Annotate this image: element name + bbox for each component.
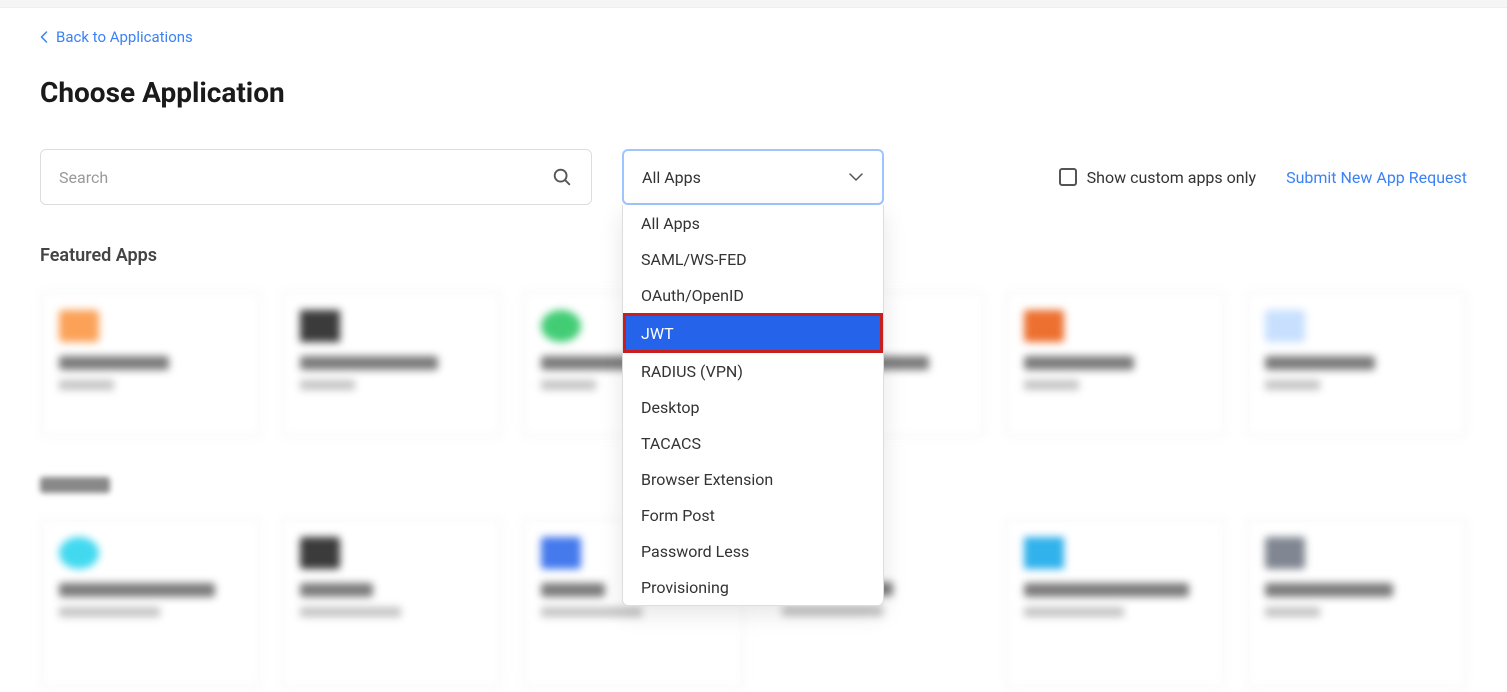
back-to-applications-link[interactable]: Back to Applications [40,28,193,46]
back-link-label: Back to Applications [56,28,193,46]
dropdown-item-jwt[interactable]: JWT [623,313,883,353]
app-name [59,583,215,597]
app-type [1265,380,1320,390]
dropdown-item-provisioning[interactable]: Provisioning [623,569,883,605]
app-icon [541,537,581,569]
app-icon [1024,310,1064,342]
app-icon [59,537,99,569]
app-card[interactable] [281,518,502,688]
app-icon [541,310,581,342]
app-card[interactable] [1005,291,1226,437]
search-box[interactable] [40,149,592,205]
search-icon [551,166,573,188]
app-icon [300,310,340,342]
app-name [300,583,373,597]
dropdown-item-password-less[interactable]: Password Less [623,533,883,569]
show-custom-label: Show custom apps only [1087,168,1256,187]
dropdown-item-oauth[interactable]: OAuth/OpenID [623,277,883,313]
app-card[interactable] [1246,291,1467,437]
dropdown-item-form-post[interactable]: Form Post [623,497,883,533]
app-icon [1024,537,1064,569]
app-name [1265,356,1375,370]
app-icon [59,310,99,342]
app-type [59,607,160,617]
app-name [300,356,437,370]
app-name [59,356,169,370]
dropdown-item-radius[interactable]: RADIUS (VPN) [623,353,883,389]
dropdown-item-desktop[interactable]: Desktop [623,389,883,425]
app-type [782,606,884,616]
filter-dropdown-menu: All Apps SAML/WS-FED OAuth/OpenID JWT RA… [622,205,884,606]
app-type [1024,607,1125,617]
show-custom-apps-checkbox[interactable]: Show custom apps only [1059,168,1256,187]
chevron-left-icon [40,31,48,43]
filter-dropdown: All Apps All Apps SAML/WS-FED OAuth/Open… [622,149,884,205]
app-icon [1265,537,1305,569]
dropdown-item-all-apps[interactable]: All Apps [623,205,883,241]
filter-dropdown-toggle[interactable]: All Apps [622,149,884,205]
app-name [1024,356,1134,370]
app-card[interactable] [281,291,502,437]
app-type [300,380,355,390]
chevron-down-icon [848,172,864,182]
app-name [1024,583,1189,597]
app-type [541,380,596,390]
app-icon [1265,310,1305,342]
app-card[interactable] [1005,518,1226,688]
search-input[interactable] [59,168,551,187]
dropdown-item-browser-ext[interactable]: Browser Extension [623,461,883,497]
checkbox-icon [1059,168,1077,186]
app-type [300,607,401,617]
app-name [541,583,605,597]
app-icon [300,537,340,569]
app-card[interactable] [40,518,261,688]
filter-row: All Apps All Apps SAML/WS-FED OAuth/Open… [40,149,1467,205]
page-title: Choose Application [40,76,1467,109]
filter-dropdown-selected: All Apps [642,168,701,187]
all-apps-title [40,477,110,493]
submit-new-app-link[interactable]: Submit New App Request [1286,168,1467,187]
app-type [1024,380,1079,390]
app-card[interactable] [1246,518,1467,688]
dropdown-item-saml[interactable]: SAML/WS-FED [623,241,883,277]
app-name [1265,583,1393,597]
app-type [59,380,114,390]
dropdown-item-tacacs[interactable]: TACACS [623,425,883,461]
app-type [1265,607,1320,617]
app-type [541,607,642,617]
app-card[interactable] [40,291,261,437]
